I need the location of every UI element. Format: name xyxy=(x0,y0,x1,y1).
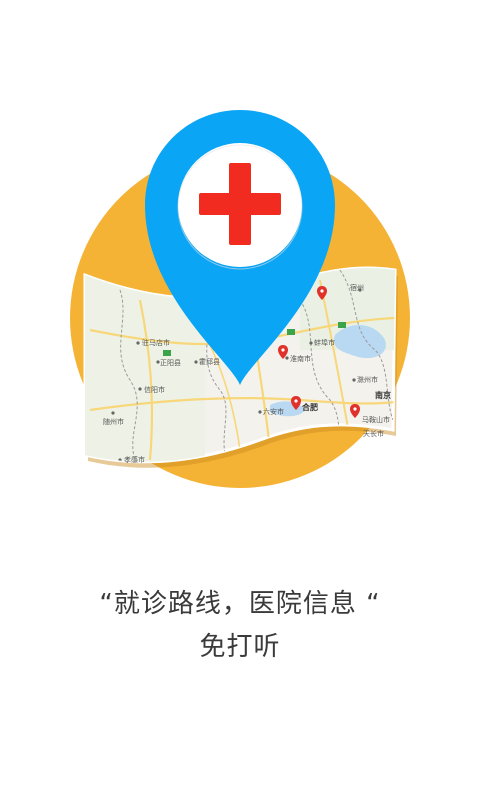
map-label: 淮南市 xyxy=(290,354,311,363)
map-label: 六安市 xyxy=(263,407,284,416)
map-label: 天长市 xyxy=(363,429,384,438)
map-label: 马鞍山市 xyxy=(362,415,390,424)
hero-illustration: 驻马店市 正阳县 信阳市 随州市 孝感市 霍邱县 淮南市 六安市 合肥 滁州市 … xyxy=(0,0,480,520)
map-pin-illustration: 驻马店市 正阳县 信阳市 随州市 孝感市 霍邱县 淮南市 六安市 合肥 滁州市 … xyxy=(70,110,410,488)
map-label: 随州市 xyxy=(103,417,124,426)
map-label: 蚌埠市 xyxy=(314,338,335,347)
map-label: 驻马店市 xyxy=(142,338,170,347)
map-label: 孝感市 xyxy=(124,455,145,464)
map-label: 信阳市 xyxy=(144,385,165,394)
tagline-subtitle: 免打听 xyxy=(199,632,281,662)
map-label: 宿州 xyxy=(350,283,364,292)
map-label: 合肥 xyxy=(301,402,318,412)
map-label: 霍邱县 xyxy=(199,358,220,366)
map-label: 滁州市 xyxy=(357,375,378,384)
tagline: “就诊路线，医院信息 “ xyxy=(99,589,381,619)
map-label: 南京 xyxy=(375,390,391,400)
map-label: 正阳县 xyxy=(160,358,181,367)
